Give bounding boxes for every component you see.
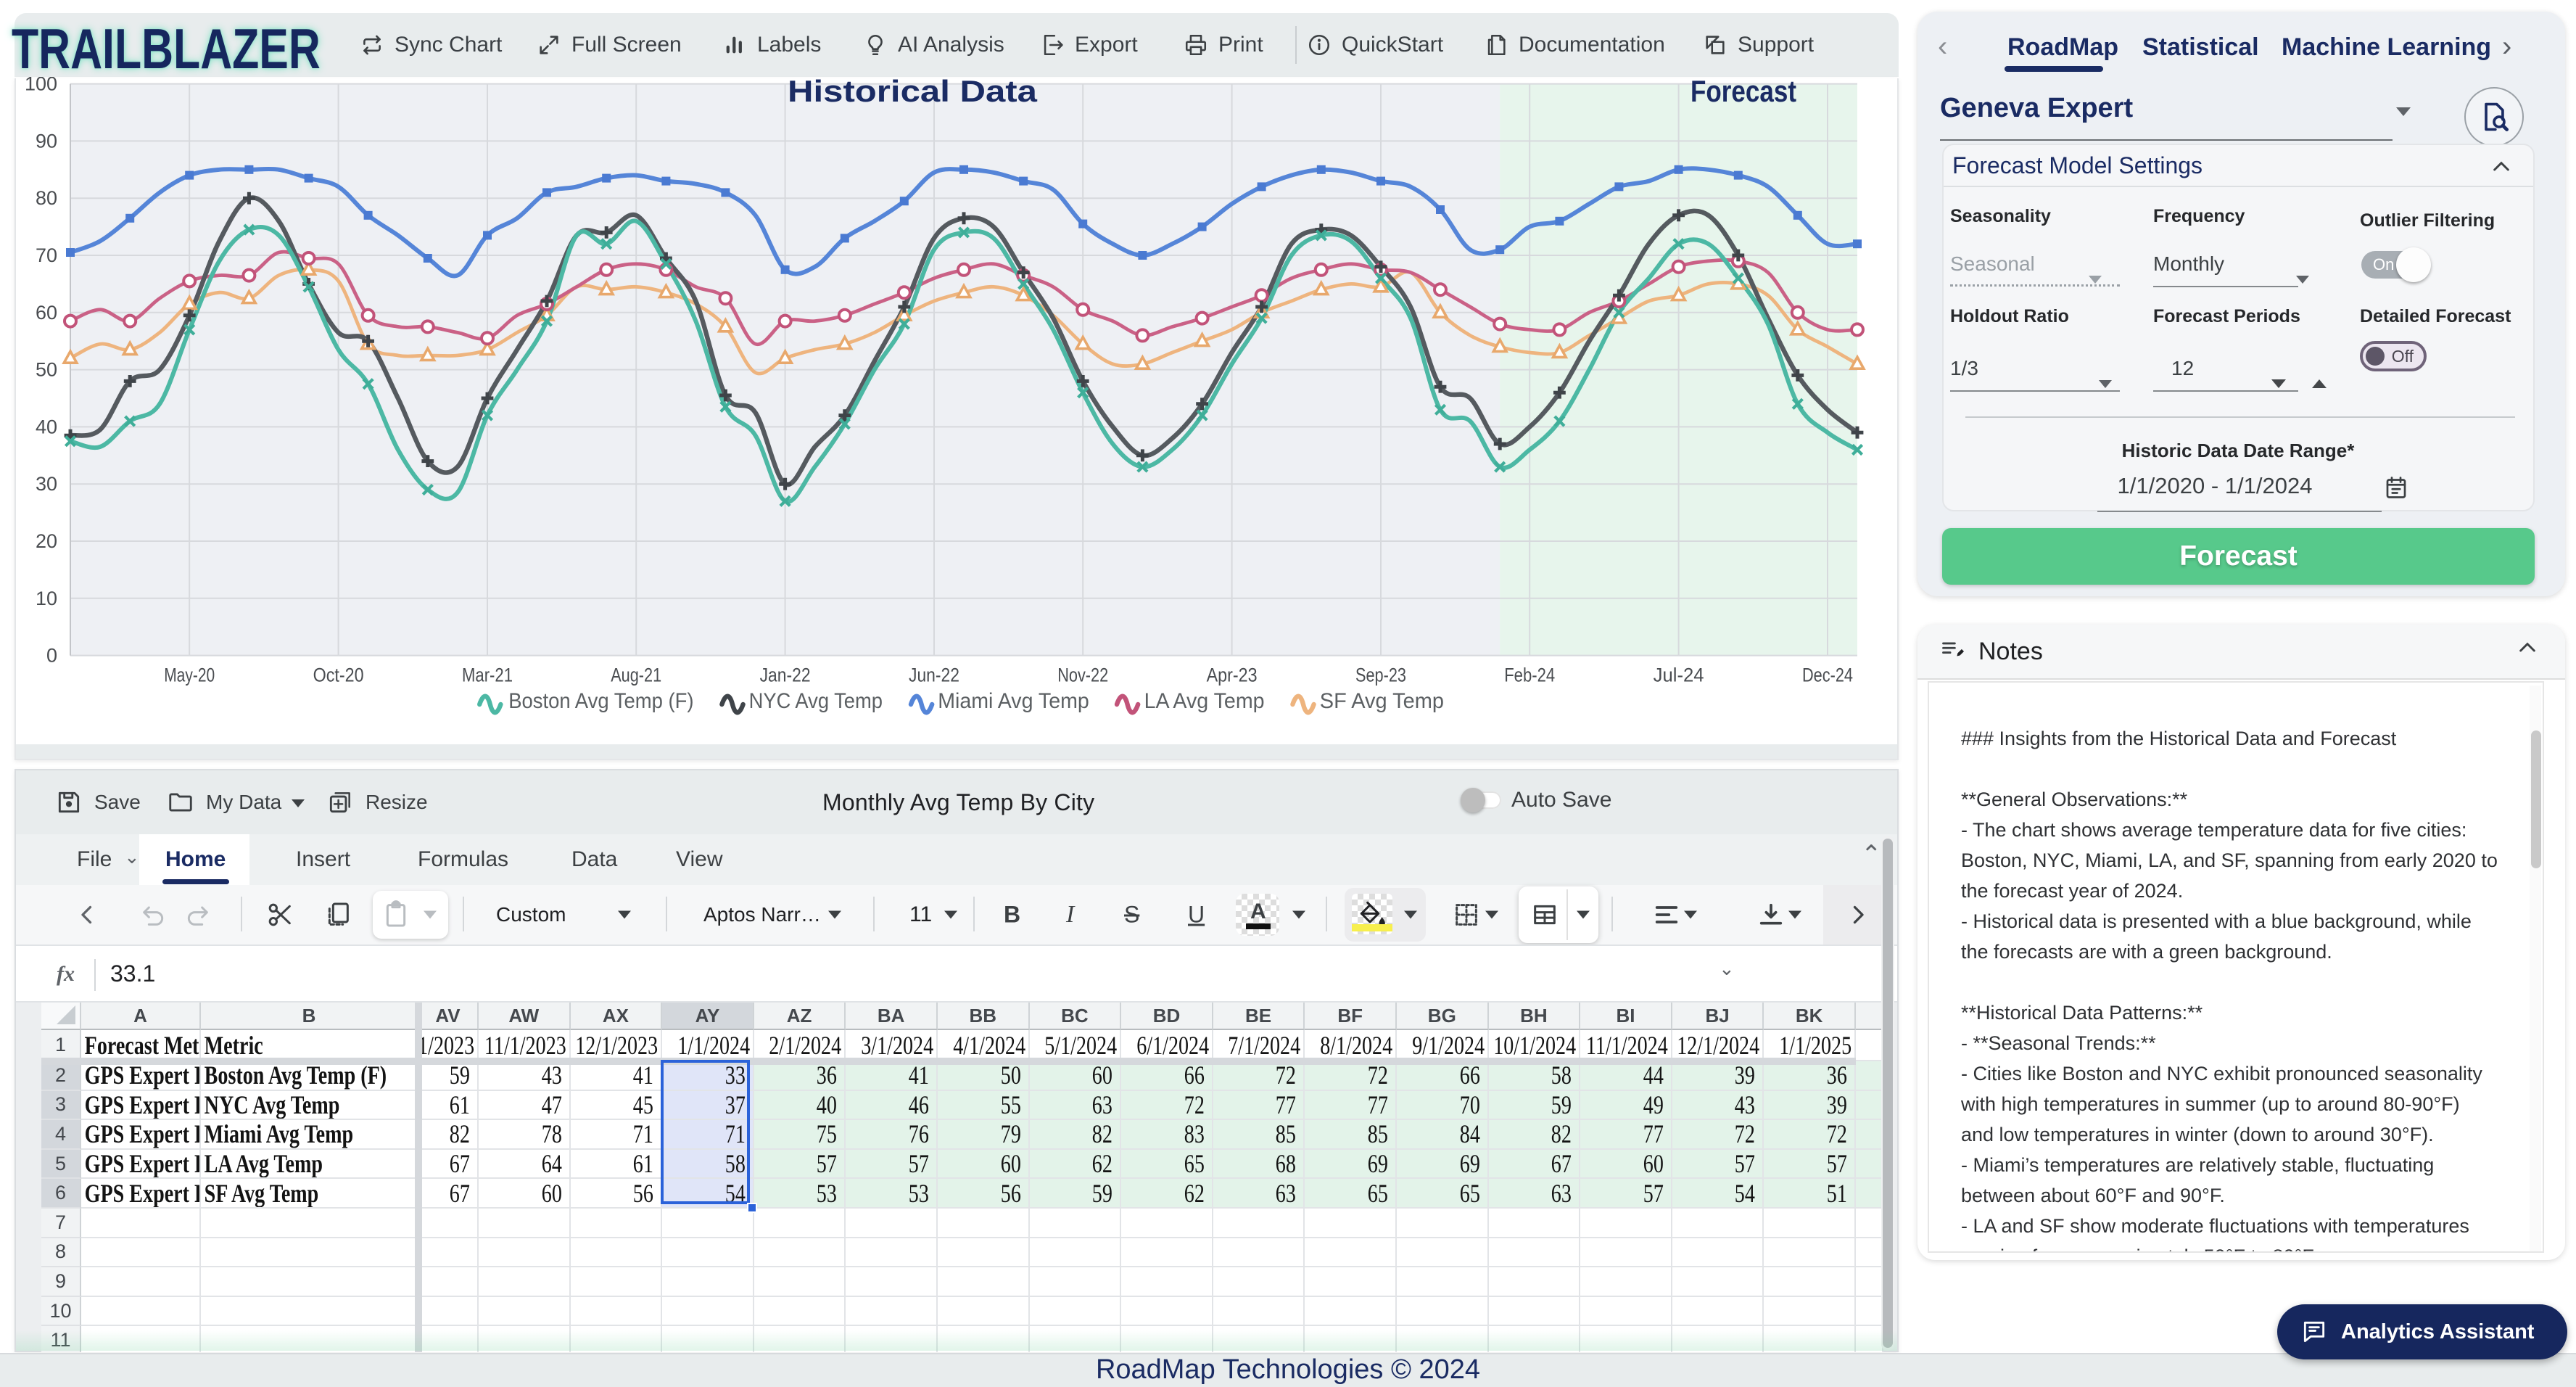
svg-text:SF Avg Temp: SF Avg Temp	[1320, 689, 1444, 713]
svg-text:Mar-21: Mar-21	[462, 664, 513, 686]
svg-text:Feb-24: Feb-24	[1504, 664, 1555, 686]
svg-text:Jul-24: Jul-24	[1654, 664, 1704, 686]
svg-text:70: 70	[36, 244, 57, 266]
svg-text:Jun-22: Jun-22	[909, 664, 959, 686]
svg-text:Jan-22: Jan-22	[760, 664, 811, 686]
svg-text:Oct-20: Oct-20	[313, 664, 364, 686]
svg-text:50: 50	[36, 359, 57, 381]
svg-text:90: 90	[36, 130, 57, 152]
svg-text:20: 20	[36, 530, 57, 552]
svg-text:80: 80	[36, 187, 57, 209]
svg-text:Forecast: Forecast	[1690, 77, 1796, 108]
svg-text:May-20: May-20	[164, 664, 215, 686]
svg-text:10: 10	[36, 588, 57, 609]
svg-text:NYC Avg Temp: NYC Avg Temp	[749, 689, 883, 713]
svg-text:Boston Avg Temp (F): Boston Avg Temp (F)	[508, 689, 693, 713]
svg-text:30: 30	[36, 473, 57, 495]
svg-text:Miami Avg Temp: Miami Avg Temp	[938, 689, 1089, 713]
svg-text:Nov-22: Nov-22	[1057, 664, 1108, 686]
svg-text:Dec-24: Dec-24	[1802, 664, 1853, 686]
svg-text:Aug-21: Aug-21	[611, 664, 661, 686]
svg-text:LA Avg Temp: LA Avg Temp	[1144, 689, 1265, 713]
svg-text:Apr-23: Apr-23	[1207, 664, 1258, 686]
svg-text:100: 100	[25, 77, 57, 95]
svg-text:40: 40	[36, 416, 57, 437]
svg-text:Sep-23: Sep-23	[1355, 664, 1406, 686]
svg-text:Historical Data: Historical Data	[788, 77, 1038, 108]
svg-text:0: 0	[46, 645, 57, 667]
svg-text:60: 60	[36, 302, 57, 324]
